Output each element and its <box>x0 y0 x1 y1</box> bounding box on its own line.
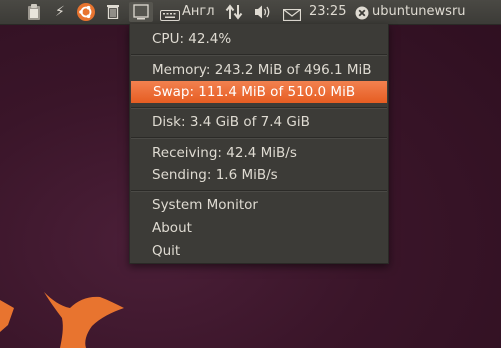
memory-usage-item[interactable]: Memory: 243.2 MiB of 496.1 MiB <box>130 59 388 81</box>
system-load-menu: CPU: 42.4% Memory: 243.2 MiB of 496.1 Mi… <box>129 24 389 264</box>
system-monitor-item[interactable]: System Monitor <box>130 194 388 216</box>
username[interactable]: ubuntunewsru <box>372 0 466 24</box>
disk-usage-item[interactable]: Disk: 3.4 GiB of 7.4 GiB <box>130 111 388 133</box>
keyboard-layout-label[interactable]: Англ <box>182 0 215 24</box>
system-monitor-icon[interactable] <box>129 2 153 22</box>
menu-separator <box>131 54 387 56</box>
about-item[interactable]: About <box>130 217 388 239</box>
clock[interactable]: 23:25 <box>309 0 346 24</box>
cpu-usage-item[interactable]: CPU: 42.4% <box>130 28 388 50</box>
swap-usage-item[interactable]: Swap: 111.4 MiB of 510.0 MiB <box>131 81 387 103</box>
menu-separator <box>131 190 387 192</box>
top-panel: ⚡ Англ 23:25 ubuntunewsru <box>0 0 501 25</box>
clipboard-icon[interactable] <box>27 4 41 20</box>
ubuntu-icon[interactable] <box>77 3 95 21</box>
desktop: ⚡ Англ 23:25 ubuntunewsru CPU: 42.4% Mem… <box>0 0 501 348</box>
menu-separator <box>131 107 387 109</box>
trash-icon[interactable] <box>107 4 119 28</box>
menu-separator <box>131 137 387 139</box>
quit-item[interactable]: Quit <box>130 240 388 262</box>
bolt-icon[interactable]: ⚡ <box>55 0 65 24</box>
receiving-item[interactable]: Receiving: 42.4 MiB/s <box>130 142 388 164</box>
sending-item[interactable]: Sending: 1.6 MiB/s <box>130 164 388 186</box>
